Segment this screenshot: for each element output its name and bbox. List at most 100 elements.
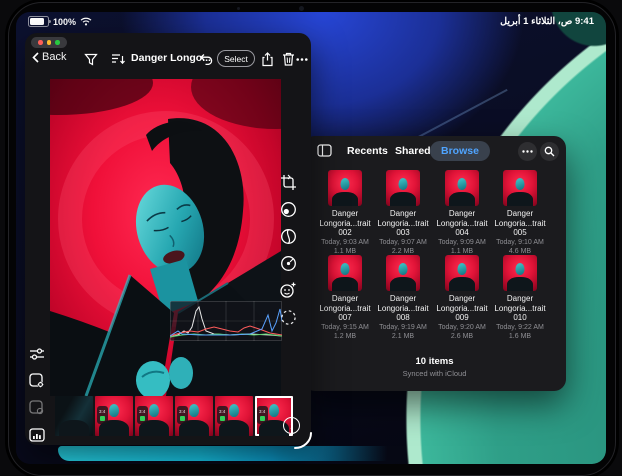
file-thumbnail — [445, 170, 479, 206]
items-count: 10 items — [303, 356, 566, 367]
filmstrip-thumb[interactable]: 3:4 — [175, 396, 213, 436]
utility-tools-column — [27, 344, 49, 445]
histogram-curves — [170, 301, 282, 341]
mask-tool[interactable] — [278, 307, 298, 327]
file-item[interactable]: DangerLongoria...trait 008 Today, 9:19 A… — [374, 255, 432, 341]
filmstrip-thumb[interactable] — [55, 396, 93, 436]
filters-tool[interactable] — [278, 199, 298, 219]
histogram-panel — [170, 301, 282, 341]
file-time: Today, 9:15 AM — [316, 323, 374, 332]
aspect-ratio-badge: 3:4 — [217, 406, 228, 424]
filter-button[interactable] — [82, 50, 100, 68]
frames-icon[interactable] — [27, 398, 47, 418]
library-image-icon[interactable] — [27, 425, 47, 445]
camera-dot — [237, 7, 240, 10]
sidebar-toggle-icon[interactable] — [317, 144, 332, 157]
aspect-ratio-badge: 3:4 — [137, 406, 148, 424]
photo-editor-window: Back Danger Longo... Sele — [25, 33, 311, 445]
edited-indicator — [180, 416, 185, 421]
files-window: Recents Shared Browse DangerLongoria...t… — [303, 136, 566, 391]
crop-rotate-tool[interactable] — [278, 172, 298, 192]
retouch-face-tool[interactable] — [278, 280, 298, 300]
window-resize-handle[interactable] — [293, 431, 313, 449]
undo-button[interactable] — [197, 50, 215, 68]
search-button[interactable] — [540, 142, 559, 161]
file-thumbnail — [328, 170, 362, 206]
wallpaper-cyan-edge — [58, 446, 503, 461]
status-datetime: 9:41 ص، الثلاثاء 1 أبريل — [500, 16, 594, 27]
file-name: Danger — [316, 209, 374, 219]
editor-more-button[interactable] — [293, 50, 311, 68]
aspect-ratio-badge: 3:4 — [257, 406, 268, 424]
file-size: 1.6 MB — [491, 332, 549, 341]
file-item[interactable]: DangerLongoria...trait 002 Today, 9:03 A… — [316, 170, 374, 256]
zoom-window-dot[interactable] — [55, 40, 60, 45]
aspect-ratio-badge: 3:4 — [97, 406, 108, 424]
back-label: Back — [42, 51, 66, 63]
select-button[interactable]: Select — [217, 50, 255, 67]
edited-indicator — [140, 416, 145, 421]
file-thumbnail — [445, 255, 479, 291]
battery-percent: 100% — [53, 17, 76, 27]
more-options-button[interactable] — [518, 142, 537, 161]
adjustments-sliders-icon[interactable] — [27, 344, 47, 364]
back-button[interactable]: Back — [32, 51, 66, 63]
vignette-tool[interactable] — [278, 253, 298, 273]
portrait-photo — [50, 79, 281, 396]
file-time: Today, 9:03 AM — [316, 238, 374, 247]
file-time: Today, 9:10 AM — [491, 238, 549, 247]
filmstrip-thumb[interactable]: 3:4 — [135, 396, 173, 436]
front-camera — [299, 6, 304, 11]
file-size: 2.1 MB — [374, 332, 432, 341]
export-settings-icon[interactable] — [27, 371, 47, 391]
file-thumbnail — [386, 170, 420, 206]
file-item[interactable]: DangerLongoria...trait 004 Today, 9:09 A… — [433, 170, 491, 256]
edited-indicator — [220, 416, 225, 421]
chevron-left-icon — [32, 52, 39, 63]
share-button[interactable] — [258, 50, 276, 68]
editor-toolbar: Back Danger Longo... Sele — [25, 47, 311, 71]
file-name: Danger — [433, 294, 491, 304]
file-thumbnail — [503, 255, 537, 291]
file-name: Danger — [316, 294, 374, 304]
wifi-icon — [80, 17, 92, 26]
file-item[interactable]: DangerLongoria...trait 010 Today, 9:22 A… — [491, 255, 549, 341]
file-item[interactable]: DangerLongoria...trait 009 Today, 9:20 A… — [433, 255, 491, 341]
file-size: 2.6 MB — [433, 332, 491, 341]
screenshot-stage: 100% 9:41 ص، الثلاثاء 1 أبريل Recents Sh… — [0, 0, 622, 476]
file-item[interactable]: DangerLongoria...trait 007 Today, 9:15 A… — [316, 255, 374, 341]
tab-shared[interactable]: Shared — [395, 145, 431, 157]
file-name: Danger — [491, 294, 549, 304]
file-item[interactable]: DangerLongoria...trait 003 Today, 9:07 A… — [374, 170, 432, 256]
edited-indicator — [260, 416, 265, 421]
file-time: Today, 9:09 AM — [433, 238, 491, 247]
tab-browse[interactable]: Browse — [430, 141, 490, 161]
adjust-curves-tool[interactable] — [278, 226, 298, 246]
share-icon — [261, 52, 274, 67]
file-item[interactable]: DangerLongoria...trait 005 Today, 9:10 A… — [491, 170, 549, 256]
filmstrip: 3:4 3:4 3:4 3:4 3:4 — [55, 396, 293, 436]
file-name: Danger — [433, 209, 491, 219]
close-window-dot[interactable] — [38, 40, 43, 45]
file-thumbnail — [328, 255, 362, 291]
filmstrip-thumb[interactable]: 3:4 — [95, 396, 133, 436]
file-size: 1.2 MB — [316, 332, 374, 341]
filmstrip-thumb[interactable]: 3:4 — [215, 396, 253, 436]
edited-indicator — [100, 416, 105, 421]
tab-recents[interactable]: Recents — [347, 145, 388, 157]
files-footer: 10 items Synced with iCloud — [303, 356, 566, 378]
file-name: Danger — [374, 209, 432, 219]
search-icon — [544, 146, 555, 157]
file-thumbnail — [386, 255, 420, 291]
ipad-screen-wallpaper: 100% 9:41 ص، الثلاثاء 1 أبريل Recents Sh… — [16, 12, 606, 464]
funnel-icon — [84, 53, 98, 66]
minimize-window-dot[interactable] — [47, 40, 52, 45]
files-header: Recents Shared Browse — [303, 140, 566, 164]
file-time: Today, 9:20 AM — [433, 323, 491, 332]
file-name: Danger — [374, 294, 432, 304]
photo-canvas[interactable] — [50, 79, 281, 396]
undo-icon — [199, 53, 213, 65]
ellipsis-icon — [296, 58, 308, 61]
ellipsis-icon — [522, 150, 533, 153]
file-time: Today, 9:07 AM — [374, 238, 432, 247]
